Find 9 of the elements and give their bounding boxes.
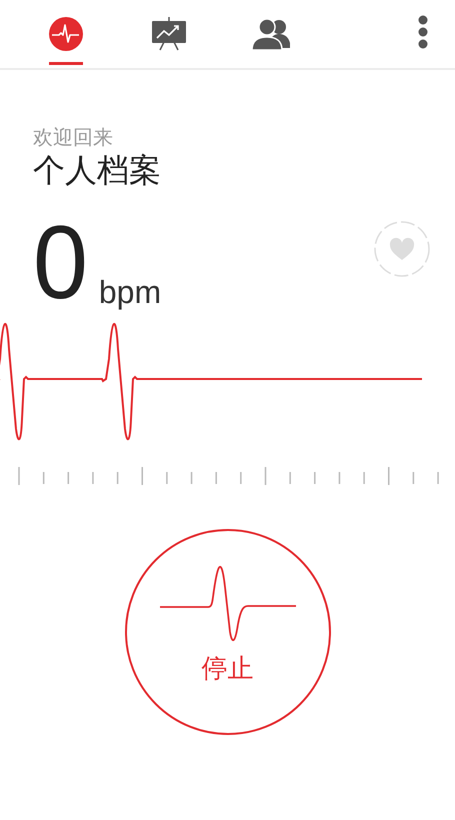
page-title: 个人档案 [33,150,162,190]
greeting-text: 欢迎回来 [33,124,114,150]
menu-icon [418,15,428,49]
people-icon [252,17,292,51]
chart-icon [150,16,186,52]
heart-rate-unit: bpm [98,274,162,310]
heart-rate-value: 0 [33,222,88,304]
stop-button[interactable]: 停止 [124,529,330,735]
pulse-icon [48,16,84,52]
